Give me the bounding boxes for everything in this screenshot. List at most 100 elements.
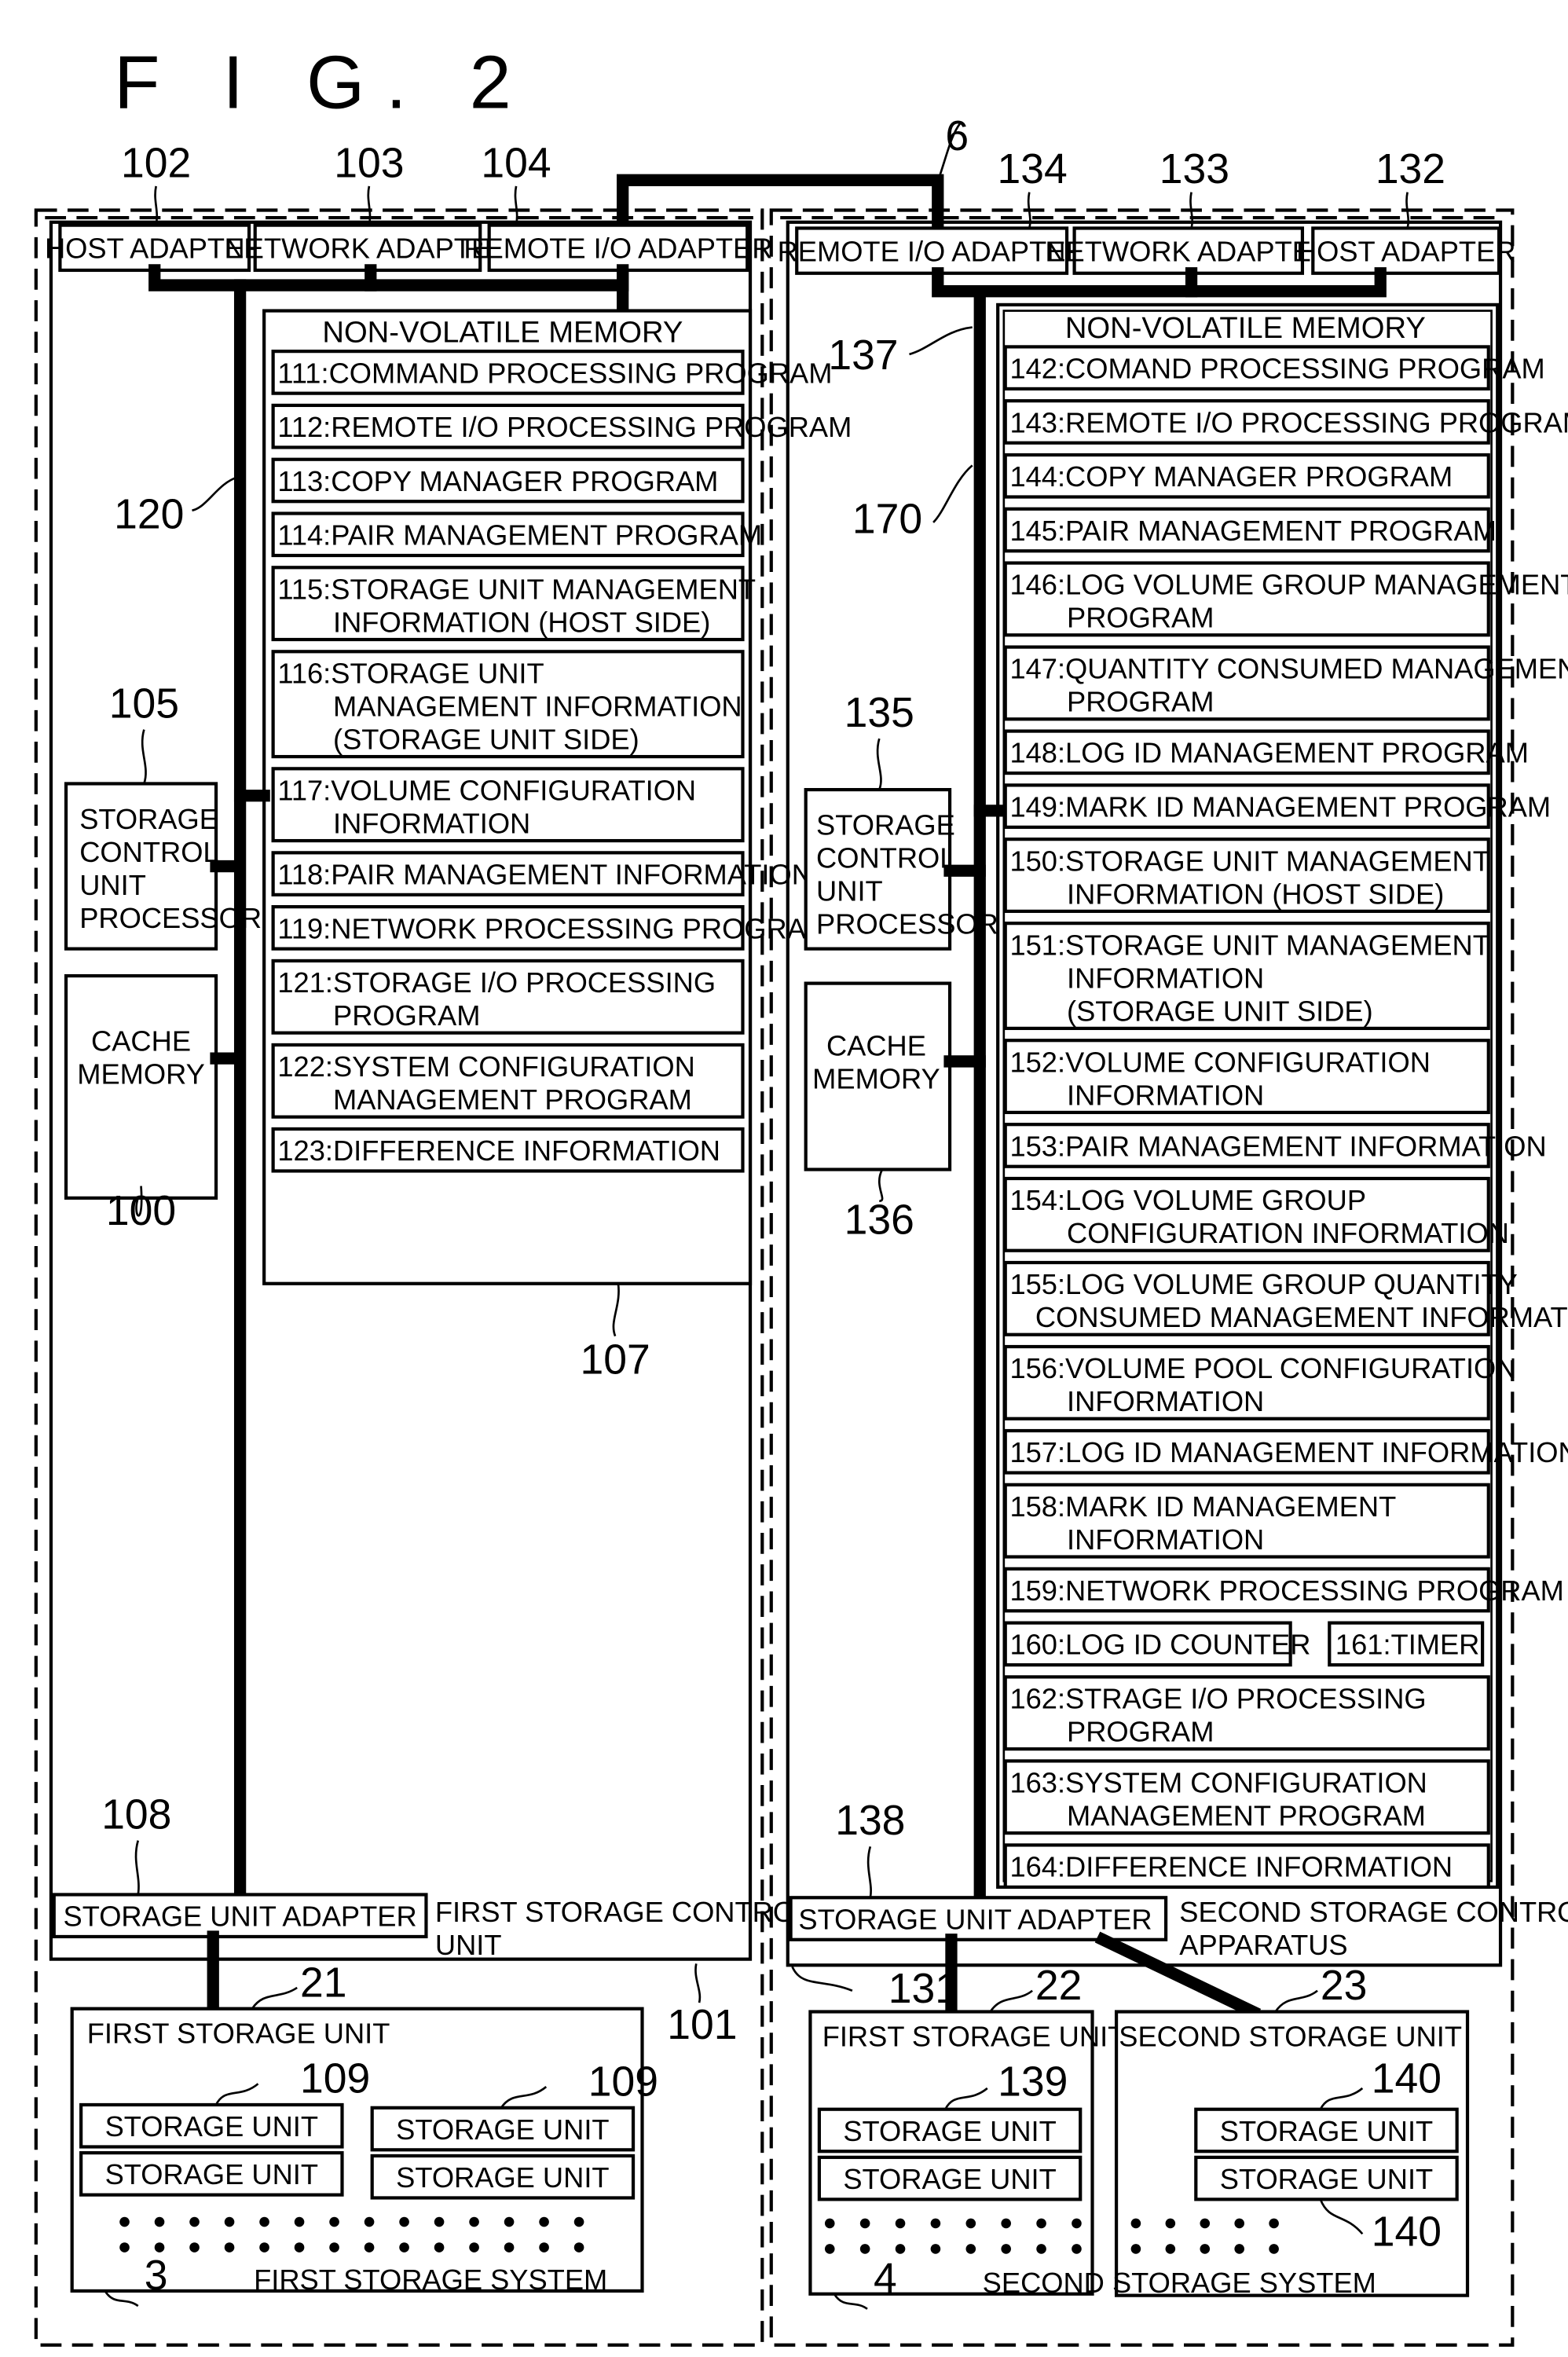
ellipsis-dot [1234,2218,1245,2229]
control-unit-label-line: APPARATUS [1179,1929,1347,1961]
storage-unit-title: SECOND STORAGE UNIT [1119,2020,1462,2052]
cache-label-line: CACHE [826,1029,926,1061]
memory-item-line: 118:PAIR MANAGEMENT INFORMATION [277,858,812,890]
ref-170: 170 [852,496,922,542]
memory-item-line: INFORMATION [1067,962,1264,994]
memory-item-line: 157:LOG ID MANAGEMENT INFORMATION [1009,1436,1568,1468]
ellipsis-dot [573,2242,584,2253]
memory-item-line: 153:PAIR MANAGEMENT INFORMATION [1009,1130,1546,1162]
ellipsis-dot [399,2216,409,2227]
ellipsis-dot [1001,2218,1011,2229]
ellipsis-dot [895,2218,906,2229]
ellipsis-dot [434,2242,445,2253]
ref-101: 101 [667,2002,737,2048]
cache-label-line: MEMORY [77,1058,205,1091]
storage-unit-label: STORAGE UNIT [843,2163,1056,2195]
ellipsis-dot [329,2242,339,2253]
second-storage-system-label: SECOND STORAGE SYSTEM [983,2267,1376,2299]
memory-item-line: 164:DIFFERENCE INFORMATION [1009,1851,1453,1883]
ref-140: 140 [1372,2056,1442,2102]
ref-135: 135 [844,690,914,736]
ellipsis-dot [119,2242,130,2253]
memory-item-line: INFORMATION (HOST SIDE) [333,606,710,638]
memory-item-line: 162:STRAGE I/O PROCESSING [1009,1683,1426,1715]
ellipsis-dot [539,2242,549,2253]
processor-label-line: STORAGE [816,808,955,841]
ellipsis-dot [859,2244,870,2254]
ref-109: 109 [588,2059,658,2106]
ellipsis-dot [1072,2244,1082,2254]
ref-136: 136 [844,1197,914,1244]
storage-unit-label: STORAGE UNIT [396,2113,609,2146]
memory-item-line: 144:COPY MANAGER PROGRAM [1009,460,1453,493]
memory-item-line: 161:TIMER [1335,1629,1479,1661]
memory-item-line: 143:REMOTE I/O PROCESSING PROGRAM [1009,406,1568,438]
memory-item-line: 119:NETWORK PROCESSING PROGRAM [277,912,830,944]
processor-label-line: PROCESSOR [79,902,262,934]
control-unit-label-line: UNIT [435,1929,502,1961]
storage-unit-label: STORAGE UNIT [1220,2163,1433,2195]
storage-unit-title: FIRST STORAGE UNIT [87,2018,390,2050]
ref-109: 109 [300,2056,370,2102]
ellipsis-dot [895,2244,906,2254]
memory-item-line: 146:LOG VOLUME GROUP MANAGEMENT [1009,569,1568,601]
ellipsis-dot [824,2218,835,2229]
figure-title: F I G. 2 [114,42,532,125]
ref-4: 4 [874,2256,897,2302]
ref-107: 107 [581,1336,650,1383]
ellipsis-dot [824,2244,835,2254]
adapter-label: NETWORK ADAPTER [1045,235,1332,267]
memory-item-line: 121:STORAGE I/O PROCESSING [277,966,716,999]
ellipsis-dot [1200,2218,1211,2229]
ellipsis-dot [930,2218,941,2229]
ellipsis-dot [259,2216,269,2227]
ref-22-leader [989,1989,1033,2013]
storage-unit-label: STORAGE UNIT [105,2158,318,2190]
adapter-label: HOST ADAPTER [1296,235,1516,267]
memory-item-line: INFORMATION [1067,1523,1264,1556]
ref-4-leader [833,2293,868,2310]
adapter-label: REMOTE I/O ADAPTER [778,235,1086,267]
ellipsis-dot [1036,2218,1046,2229]
storage-unit-label: STORAGE UNIT [396,2161,609,2194]
memory-item-line: CONSUMED MANAGEMENT INFORMATION [1035,1301,1568,1333]
memory-item-line: INFORMATION [1067,1079,1264,1111]
memory-item-line: MANAGEMENT INFORMATION [333,690,742,722]
ref-137: 137 [828,332,898,379]
memory-item-line: 113:COPY MANAGER PROGRAM [277,465,718,497]
memory-item-line: INFORMATION [333,808,530,840]
ref-103: 103 [334,140,404,186]
memory-item-line: INFORMATION (HOST SIDE) [1067,878,1444,910]
ref-21: 21 [300,1959,346,2006]
ellipsis-dot [859,2218,870,2229]
control-unit-label-line: SECOND STORAGE CONTROL [1179,1896,1568,1928]
ellipsis-dot [1130,2244,1141,2254]
ellipsis-dot [965,2244,976,2254]
ref-134: 134 [997,146,1067,192]
memory-item-line: PROGRAM [1067,602,1214,634]
processor-label-line: UNIT [816,874,883,907]
ellipsis-dot [469,2216,479,2227]
ellipsis-dot [119,2216,130,2227]
processor-label-line: CONTROL [79,836,218,868]
memory-item-line: 158:MARK ID MANAGEMENT [1009,1490,1396,1523]
ellipsis-dot [434,2216,445,2227]
storage-adapter-label: STORAGE UNIT ADAPTER [64,1901,417,1933]
ref-108: 108 [101,1791,171,1838]
memory-item-line: PROGRAM [333,999,480,1032]
memory-item-line: 117:VOLUME CONFIGURATION [277,774,696,806]
processor-label-line: STORAGE [79,803,218,835]
ref-21-leader [251,1986,298,2010]
ref-6: 6 [945,113,969,159]
storage-unit-label: STORAGE UNIT [1220,2115,1433,2147]
ellipsis-dot [1130,2218,1141,2229]
ellipsis-dot [1036,2244,1046,2254]
ellipsis-dot [189,2242,200,2253]
memory-item-line: PROGRAM [1067,1716,1214,1748]
control-unit-label-line: FIRST STORAGE CONTROL [435,1896,811,1928]
memory-item-line: 116:STORAGE UNIT [277,657,544,689]
ellipsis-dot [504,2242,515,2253]
memory-item-line: 122:SYSTEM CONFIGURATION [277,1050,694,1083]
memory-item-line: 159:NETWORK PROCESSING PROGRAM [1009,1574,1563,1607]
ref-138: 138 [835,1798,905,1844]
